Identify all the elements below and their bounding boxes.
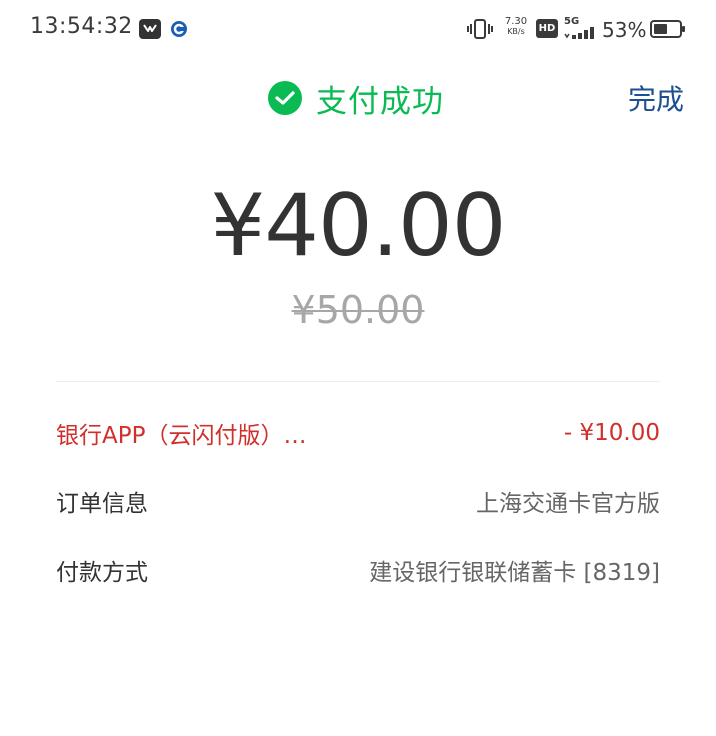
discount-value: - ¥10.00 (563, 420, 660, 446)
success-title: 支付成功 (316, 83, 444, 120)
status-bar: 13:54:32 7.30 KB/s HD 5G 53% (0, 0, 716, 58)
net-speed-value: 7.30 (504, 16, 528, 27)
battery-percent: 53% (602, 18, 647, 42)
payment-method-label: 付款方式 (56, 560, 148, 586)
net-speed: 7.30 KB/s (502, 17, 530, 37)
success-status: 支付成功 (268, 80, 444, 120)
order-info-value: 上海交通卡官方版 (476, 491, 660, 517)
payment-method-row: 付款方式 建设银行银联储蓄卡 [8319] (56, 550, 660, 590)
order-info-row: 订单信息 上海交通卡官方版 (56, 481, 660, 521)
paid-amount: ¥40.00 (210, 176, 507, 276)
signal-icon: 5G (564, 16, 600, 40)
vibrate-icon (467, 19, 493, 39)
bank-app-icon (171, 21, 187, 37)
discount-label: 银行APP（云闪付版）… (56, 423, 307, 449)
header: 支付成功 完成 (0, 70, 716, 126)
discount-row[interactable]: 银行APP（云闪付版）… - ¥10.00 (56, 413, 660, 453)
done-button[interactable]: 完成 (628, 78, 684, 118)
hd-icon: HD (536, 19, 558, 38)
order-info-label: 订单信息 (56, 491, 148, 517)
original-amount: ¥50.00 (291, 288, 425, 332)
battery-icon (650, 20, 685, 38)
success-check-icon (268, 81, 302, 115)
net-speed-unit: KB/s (507, 27, 525, 36)
message-app-icon (139, 19, 161, 39)
divider (56, 381, 660, 382)
payment-method-value: 建设银行银联储蓄卡 [8319] (369, 560, 660, 586)
status-time: 13:54:32 (30, 14, 133, 39)
